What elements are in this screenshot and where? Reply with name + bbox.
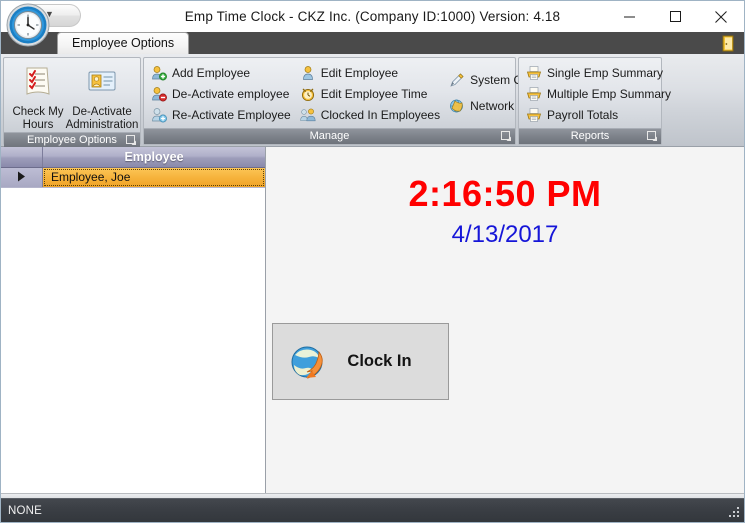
edit-employee-time-label: Edit Employee Time	[320, 86, 428, 101]
network-globe-icon	[449, 98, 465, 114]
re-activate-employee-button[interactable]: Re-Activate Employee	[148, 104, 297, 125]
user-restore-icon	[151, 107, 167, 123]
title-bar: ▼ Emp Time Clock - CKZ Inc. (Company ID:…	[1, 1, 744, 47]
row-selector[interactable]	[1, 168, 43, 187]
current-time-display: 2:16:50 PM	[408, 173, 602, 214]
add-employee-label: Add Employee	[172, 65, 251, 80]
report-printer-icon	[526, 107, 542, 123]
user-remove-icon	[151, 86, 167, 102]
door-exit-icon[interactable]	[720, 35, 736, 52]
clock-in-label: Clock In	[347, 352, 412, 370]
row-selector-arrow-icon	[17, 169, 26, 187]
dialog-launcher-icon[interactable]	[126, 135, 137, 146]
ribbon-group-title-label: Manage	[309, 130, 350, 142]
manage-column-1: Add Employee De-Activate employee Re-Act…	[148, 60, 297, 128]
current-date-display: 4/13/2017	[451, 221, 559, 248]
add-employee-button[interactable]: Add Employee	[148, 62, 297, 83]
check-my-hours-button[interactable]: Check My Hours	[8, 60, 68, 132]
reports-column-1: Single Emp Summary Multiple Emp Summary	[523, 60, 677, 128]
close-button[interactable]	[698, 1, 744, 32]
globe-arrow-icon	[289, 343, 327, 381]
clock-in-button[interactable]: Clock In	[272, 323, 449, 400]
user-edit-icon	[300, 65, 316, 81]
cell-employee-name[interactable]: Employee, Joe	[43, 168, 265, 187]
check-my-hours-label: Check My Hours	[12, 106, 64, 131]
tab-label: Employee Options	[72, 36, 175, 50]
main-content: Employee Employee, Joe 2:16:50 PM 4/13/2…	[1, 147, 744, 502]
edit-employee-label: Edit Employee	[320, 65, 399, 80]
multiple-emp-summary-button[interactable]: Multiple Emp Summary	[523, 83, 677, 104]
ribbon-group-title-label: Reports	[570, 130, 610, 142]
ribbon-group-employee-options: Check My Hours De-Activate Administratio…	[3, 57, 141, 148]
re-activate-employee-label: Re-Activate Employee	[172, 107, 291, 122]
ribbon: Check My Hours De-Activate Administratio…	[1, 54, 744, 148]
de-activate-employee-button[interactable]: De-Activate employee	[148, 83, 297, 104]
clocked-in-employees-button[interactable]: Clocked In Employees	[297, 104, 446, 125]
ribbon-tab-strip: Employee Options	[1, 32, 744, 54]
table-row[interactable]: Employee, Joe	[1, 168, 265, 188]
ribbon-group-title-label: Employee Options	[27, 134, 117, 146]
ribbon-group-title: Reports	[519, 128, 661, 144]
clock-icon	[5, 2, 51, 48]
application-window: ▼ Emp Time Clock - CKZ Inc. (Company ID:…	[0, 0, 745, 523]
manage-column-2: Edit Employee Edit Employee Time Clocked…	[297, 60, 446, 128]
resize-grip-icon[interactable]	[728, 506, 741, 519]
maximize-button[interactable]	[652, 1, 698, 32]
tab-employee-options[interactable]: Employee Options	[57, 32, 190, 54]
pencil-options-icon	[449, 72, 465, 88]
clocked-in-employees-label: Clocked In Employees	[320, 107, 441, 122]
ribbon-group-title: Manage	[144, 128, 515, 144]
report-printer-icon	[526, 86, 542, 102]
edit-employee-button[interactable]: Edit Employee	[297, 62, 446, 83]
status-text: NONE	[8, 504, 43, 517]
clock-edit-icon	[300, 86, 316, 102]
payroll-totals-button[interactable]: Payroll Totals	[523, 104, 677, 125]
column-header-employee[interactable]: Employee	[43, 147, 265, 167]
employee-list-pane: Employee Employee, Joe	[1, 147, 266, 502]
status-bar: NONE	[1, 498, 744, 522]
report-printer-icon	[526, 65, 542, 81]
users-group-icon	[300, 107, 316, 123]
user-add-icon	[151, 65, 167, 81]
clock-panel: 2:16:50 PM 4/13/2017 Clock In	[266, 147, 744, 502]
dialog-launcher-icon[interactable]	[501, 131, 512, 142]
minimize-button[interactable]	[606, 1, 652, 32]
ribbon-group-manage: Add Employee De-Activate employee Re-Act…	[143, 57, 555, 145]
id-card-icon	[84, 63, 120, 104]
de-activate-employee-label: De-Activate employee	[172, 86, 290, 101]
single-emp-summary-button[interactable]: Single Emp Summary	[523, 62, 677, 83]
de-activate-administration-button[interactable]: De-Activate Administration	[65, 60, 139, 132]
employee-grid-header: Employee	[1, 147, 265, 168]
edit-employee-time-button[interactable]: Edit Employee Time	[297, 83, 446, 104]
checklist-icon	[20, 63, 56, 104]
employee-grid-empty-area[interactable]	[1, 188, 265, 502]
grid-indicator-header	[1, 147, 43, 167]
ribbon-group-title: Employee Options	[4, 132, 140, 148]
multiple-emp-summary-label: Multiple Emp Summary	[547, 86, 672, 101]
window-controls	[606, 1, 744, 32]
ribbon-group-reports: Single Emp Summary Multiple Emp Summary	[518, 57, 671, 145]
single-emp-summary-label: Single Emp Summary	[547, 65, 664, 80]
dialog-launcher-icon[interactable]	[647, 131, 658, 142]
payroll-totals-label: Payroll Totals	[547, 107, 619, 122]
de-activate-administration-label: De-Activate Administration	[65, 106, 139, 131]
